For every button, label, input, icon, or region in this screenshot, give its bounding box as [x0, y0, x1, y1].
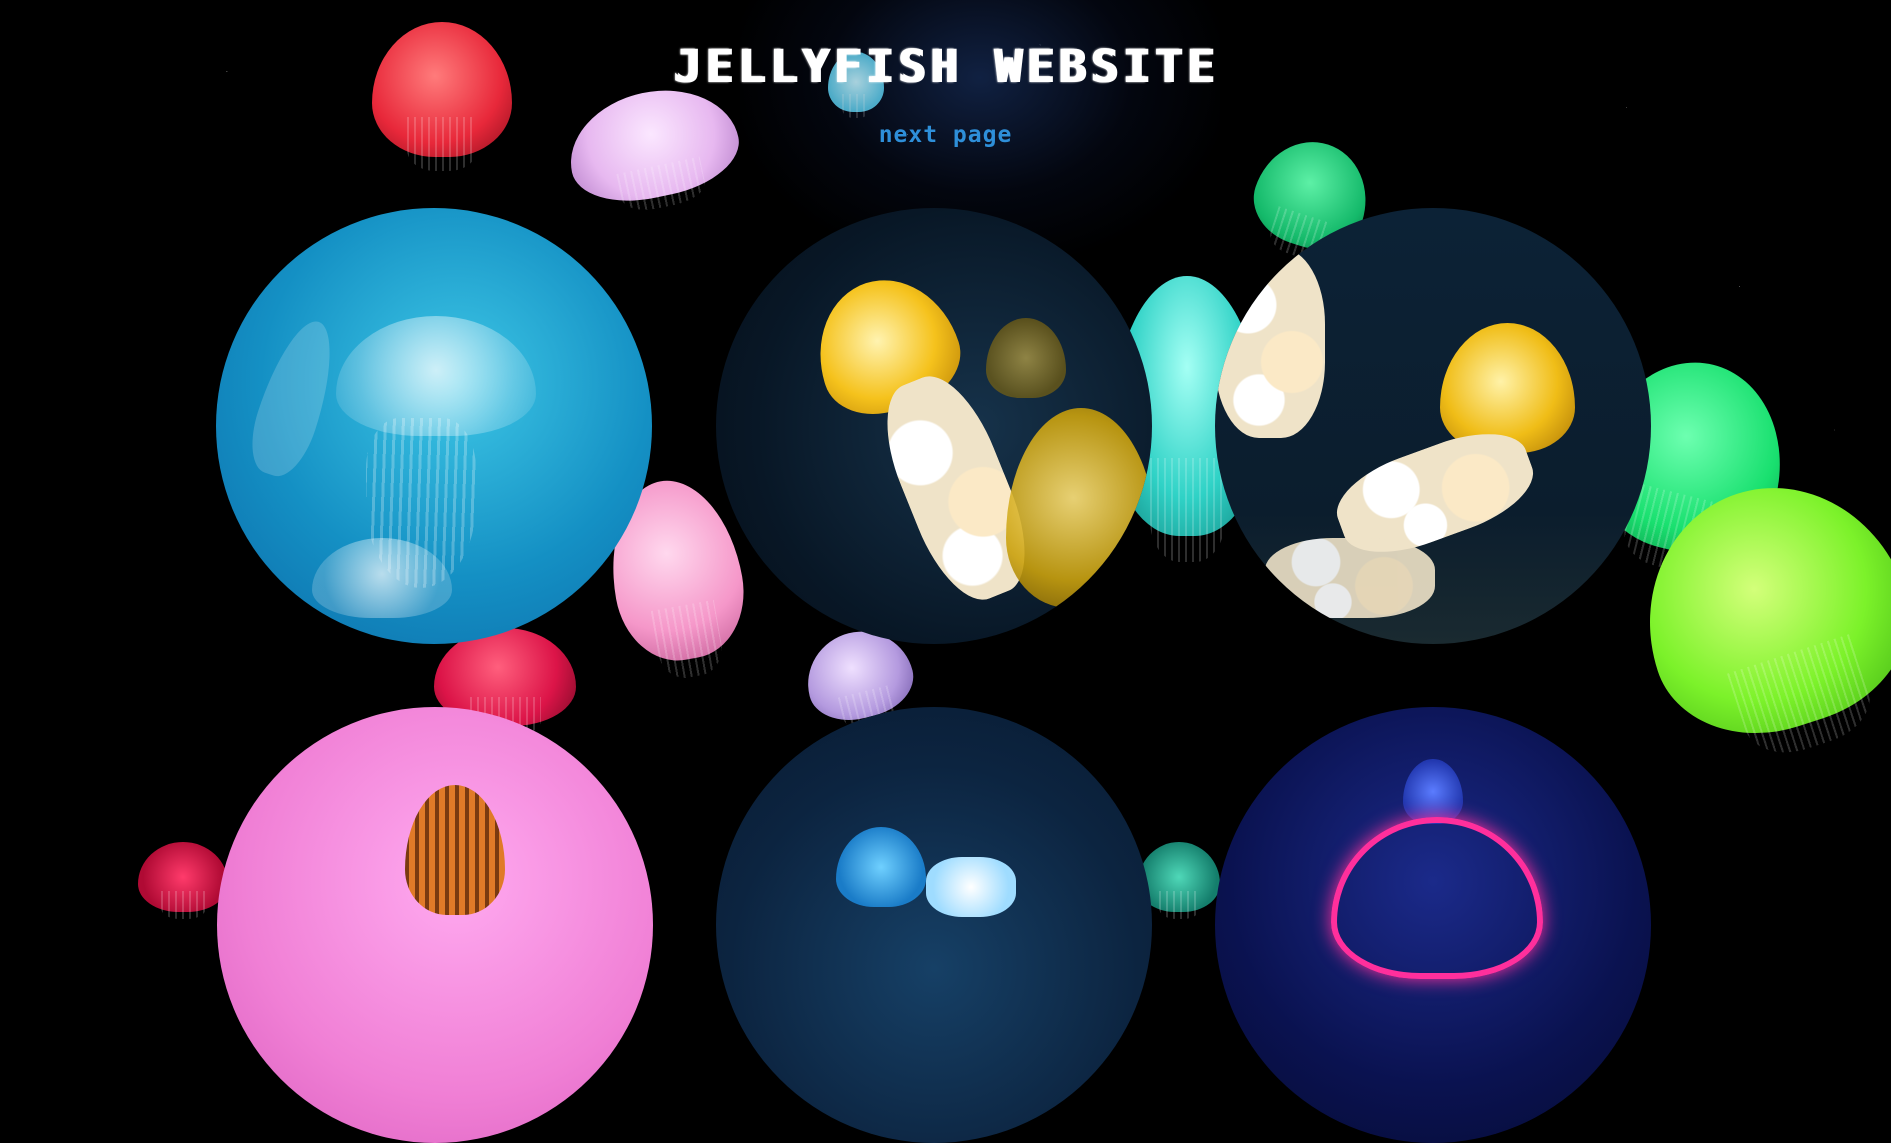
- jellyfish-frills-left: [1215, 248, 1325, 438]
- photo-background: [716, 707, 1152, 1143]
- photo-background: [217, 707, 653, 1143]
- next-page-link[interactable]: next page: [0, 122, 1891, 148]
- bg-jellyfish-red-bottom-left: [138, 842, 228, 919]
- gallery-photo-blue-jellyfish[interactable]: [716, 707, 1152, 1143]
- jellyfish-frills: [926, 857, 1016, 917]
- site-title: JELLYFISH WEBSITE: [672, 40, 1219, 93]
- gallery-photo-magenta-jellyfish[interactable]: [1215, 707, 1651, 1143]
- gallery-photo-sea-nettle[interactable]: [716, 208, 1152, 644]
- jellyfish-frills-bottom: [1265, 538, 1435, 618]
- gallery-photo-sea-nettle-group[interactable]: [1215, 208, 1651, 644]
- gallery-photo-orange-jellyfish[interactable]: [217, 707, 653, 1143]
- bg-jellyfish-lime: [1613, 453, 1891, 763]
- gallery-photo-moon-jellyfish[interactable]: [216, 208, 652, 644]
